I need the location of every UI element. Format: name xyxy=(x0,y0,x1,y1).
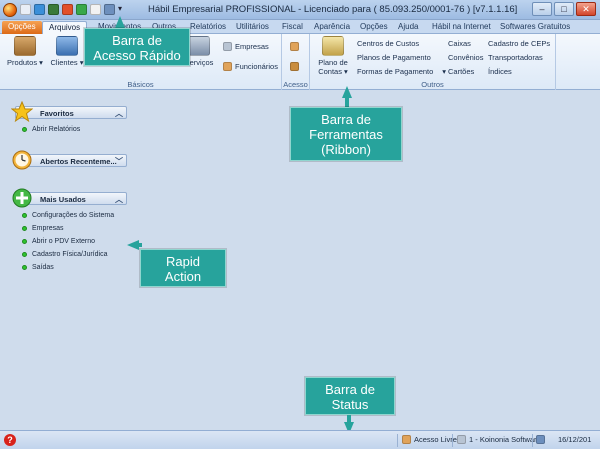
group-label-basicos: Básicos xyxy=(127,80,154,89)
user-icon xyxy=(402,435,411,444)
section-header-abertos[interactable]: Abertos Recenteme... ﹀ xyxy=(12,150,127,170)
ribbon-group-outros: Plano de Contas ▾ Centros de Custos Plan… xyxy=(310,34,556,90)
tab-habil-na-internet[interactable]: Hábil na Internet xyxy=(426,21,497,34)
quick-access-toolbar: ▾ xyxy=(20,4,129,15)
building-icon xyxy=(457,435,466,444)
tab-utilitarios[interactable]: Utilitários xyxy=(230,21,275,34)
dropdown-arrow-icon: ▾ xyxy=(39,58,43,67)
people-icon xyxy=(56,36,78,56)
transportadoras-button[interactable]: Transportadoras xyxy=(488,53,543,62)
window-title: Hábil Empresarial PROFISSIONAL - Licenci… xyxy=(148,4,518,15)
status-bar: ? Acesso Livre 1 - Koinonia Software 16/… xyxy=(0,430,600,449)
bullet-icon xyxy=(22,252,27,257)
section-title-favoritos: Favoritos xyxy=(40,109,74,118)
callout-acesso-rapido: Barra de Acesso Rápido xyxy=(84,28,190,66)
tab-fiscal[interactable]: Fiscal xyxy=(276,21,309,34)
planos-de-pagamento-button[interactable]: Planos de Pagamento xyxy=(357,53,431,62)
minimize-icon[interactable]: – xyxy=(532,2,552,16)
section-title-abertos: Abertos Recenteme... xyxy=(40,157,117,166)
callout-arrow xyxy=(115,16,125,28)
caixas-button[interactable]: Caixas xyxy=(448,39,471,48)
ribbon-group-acesso: Acesso xyxy=(282,34,310,90)
indices-button[interactable]: Índices xyxy=(488,67,512,76)
close-icon[interactable]: ✕ xyxy=(576,2,596,16)
maximize-icon[interactable]: □ xyxy=(554,2,574,16)
app-logo-icon[interactable] xyxy=(3,3,17,17)
status-company: 1 - Koinonia Software xyxy=(457,435,541,444)
box-icon xyxy=(14,36,36,56)
dropdown-arrow-icon: ▾ xyxy=(344,67,348,76)
customize-arrow-icon[interactable]: ▾ xyxy=(118,4,129,15)
globe-icon[interactable] xyxy=(76,4,87,15)
tab-aparencia[interactable]: Aparência xyxy=(308,21,356,34)
section-header-mais-usados[interactable]: Mais Usados ︿ xyxy=(12,188,127,208)
list-item[interactable]: Configurações do Sistema xyxy=(22,212,114,219)
chevron-up-icon[interactable]: ︿ xyxy=(115,108,123,119)
callout-rapid-action: Rapid Action xyxy=(140,249,226,287)
person-icon xyxy=(223,62,232,71)
list-item[interactable]: Saídas xyxy=(22,264,54,271)
funcionarios-button[interactable]: Funcionários xyxy=(223,62,278,71)
convenios-button[interactable]: Convênios xyxy=(448,53,483,62)
list-item[interactable]: Cadastro Física/Jurídica xyxy=(22,251,107,258)
formas-de-pagamento-button[interactable]: Formas de Pagamento ▾ xyxy=(357,67,446,76)
gears-icon xyxy=(188,36,210,56)
ledger-icon xyxy=(322,36,344,56)
refresh-icon[interactable] xyxy=(62,4,73,15)
section-title-mais-usados: Mais Usados xyxy=(40,195,86,204)
status-date: 16/12/201 xyxy=(536,435,591,444)
centros-de-custos-button[interactable]: Centros de Custos xyxy=(357,39,419,48)
bullet-icon xyxy=(22,213,27,218)
document-edit-icon[interactable] xyxy=(90,4,101,15)
tab-arquivos[interactable]: Arquivos xyxy=(42,21,88,34)
plus-icon xyxy=(12,188,32,208)
callout-arrow-stem xyxy=(136,243,142,247)
clock-icon xyxy=(12,150,32,170)
cadastro-de-ceps-button[interactable]: Cadastro de CEPs xyxy=(488,39,550,48)
bullet-icon xyxy=(22,239,27,244)
user-key-icon xyxy=(290,42,299,51)
chevron-down-icon[interactable]: ﹀ xyxy=(115,156,123,167)
status-access: Acesso Livre xyxy=(402,435,457,444)
user-access-button[interactable] xyxy=(290,42,299,51)
bullet-icon xyxy=(22,127,27,132)
bullet-icon xyxy=(22,226,27,231)
new-document-icon[interactable] xyxy=(20,4,31,15)
status-divider xyxy=(397,434,398,447)
help-icon[interactable] xyxy=(104,4,115,15)
dropdown-arrow-icon: ▾ xyxy=(442,67,447,76)
window-controls: – □ ✕ xyxy=(532,2,596,16)
callout-ribbon: Barra de Ferramentas (Ribbon) xyxy=(290,107,402,161)
users-group-button[interactable] xyxy=(290,62,299,71)
star-icon xyxy=(11,101,33,123)
users-icon xyxy=(290,62,299,71)
dropdown-arrow-icon: ▾ xyxy=(79,58,84,67)
folder-icon[interactable] xyxy=(34,4,45,15)
callout-status: Barra de Status xyxy=(305,377,395,415)
calendar-icon xyxy=(536,435,545,444)
tab-ajuda[interactable]: Ajuda xyxy=(392,21,424,34)
bullet-icon xyxy=(22,265,27,270)
chevron-up-icon[interactable]: ︿ xyxy=(115,194,123,205)
tab-relatorios[interactable]: Relatórios xyxy=(184,21,232,34)
cartoes-button[interactable]: Cartões xyxy=(448,67,474,76)
list-item[interactable]: Abrir Relatórios xyxy=(22,126,80,133)
title-bar: ▾ Hábil Empresarial PROFISSIONAL - Licen… xyxy=(0,0,600,20)
empresas-button[interactable]: Empresas xyxy=(223,42,269,51)
group-label-acesso: Acesso xyxy=(283,80,308,89)
list-item[interactable]: Empresas xyxy=(22,225,64,232)
status-divider xyxy=(452,434,453,447)
plano-de-contas-button[interactable]: Plano de Contas ▾ xyxy=(314,36,352,76)
status-divider xyxy=(532,434,533,447)
produtos-button[interactable]: Produtos ▾ xyxy=(6,36,44,67)
tab-opcoes[interactable]: Opções xyxy=(354,21,394,34)
list-item[interactable]: Abrir o PDV Externo xyxy=(22,238,95,245)
tab-softwares-gratuitos[interactable]: Softwares Gratuitos xyxy=(494,21,576,34)
section-header-favoritos[interactable]: Favoritos ︿ xyxy=(11,101,127,123)
tab-opcoes-menu[interactable]: Opções xyxy=(2,21,42,34)
building-icon xyxy=(223,42,232,51)
save-icon[interactable] xyxy=(48,4,59,15)
clientes-button[interactable]: Clientes ▾ xyxy=(48,36,86,67)
help-icon[interactable]: ? xyxy=(4,434,16,446)
